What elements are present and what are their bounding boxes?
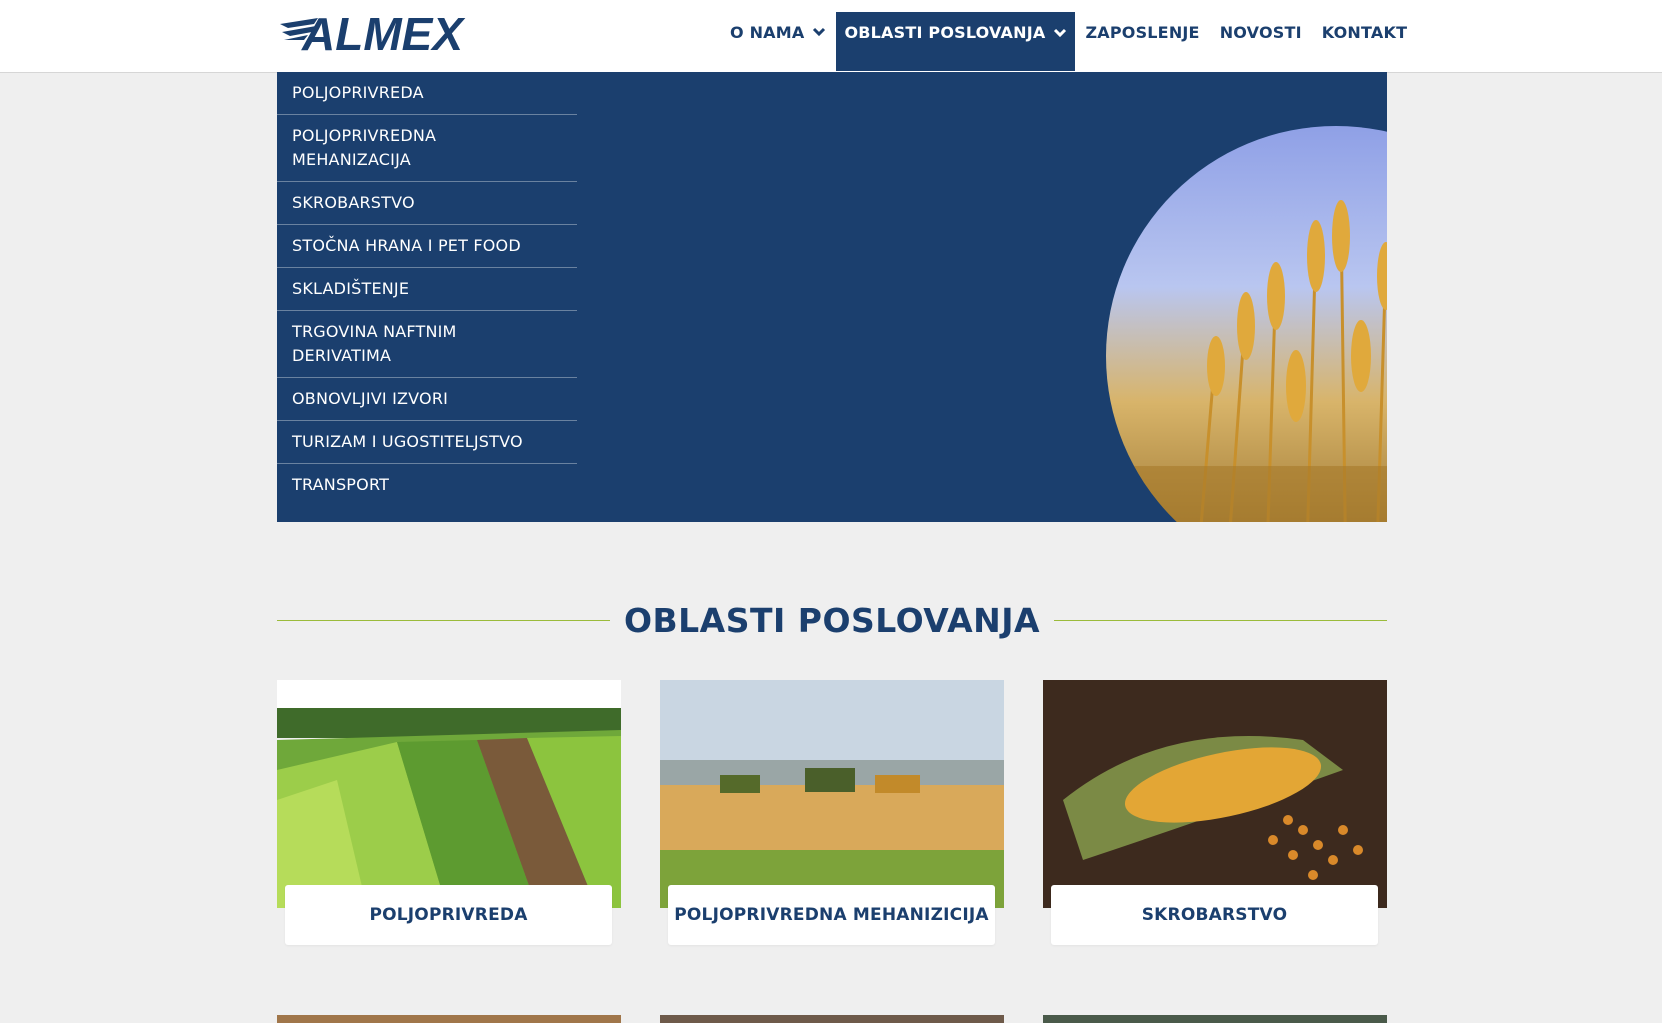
nav-label: KONTAKT bbox=[1321, 22, 1408, 42]
green-fields-photo bbox=[277, 680, 621, 908]
oblasti-dropdown-menu: POLJOPRIVREDA POLJOPRIVREDNA MEHANIZACIJ… bbox=[277, 72, 577, 506]
logo-text: ALMEX bbox=[301, 10, 465, 54]
card-preview-image bbox=[660, 1015, 1004, 1023]
dropdown-item-transport[interactable]: TRANSPORT bbox=[277, 464, 577, 506]
dropdown-item-obnovljivi-izvori[interactable]: OBNOVLJIVI IZVORI bbox=[277, 378, 577, 421]
card-preview-image bbox=[1043, 1015, 1387, 1023]
card-poljoprivredna-mehanizacija[interactable]: POLJOPRIVREDNA MEHANIZICIJA bbox=[660, 680, 1004, 945]
dropdown-item-trgovina-naftnim-derivatima[interactable]: TRGOVINA NAFTNIM DERIVATIMA bbox=[277, 311, 577, 378]
card-preview-image bbox=[277, 1015, 621, 1023]
card-poljoprivreda[interactable]: POLJOPRIVREDA bbox=[277, 680, 621, 945]
dropdown-item-poljoprivredna-mehanizacija[interactable]: POLJOPRIVREDNA MEHANIZACIJA bbox=[277, 115, 577, 182]
almex-logo[interactable]: ALMEX bbox=[278, 8, 498, 60]
section-heading: OBLASTI POSLOVANJA bbox=[277, 598, 1387, 642]
nav-oblasti-poslovanja[interactable]: OBLASTI POSLOVANJA bbox=[836, 12, 1076, 71]
dropdown-item-poljoprivreda[interactable]: POLJOPRIVREDA bbox=[277, 72, 577, 115]
site-header: ALMEX O NAMA OBLASTI POSLOVANJA ZAPOSLEN… bbox=[0, 0, 1662, 73]
nav-label: NOVOSTI bbox=[1219, 22, 1302, 42]
nav-label: O NAMA bbox=[730, 22, 805, 42]
combine-harvesters-photo bbox=[660, 680, 1004, 908]
dropdown-item-turizam[interactable]: TURIZAM I UGOSTITELJSTVO bbox=[277, 421, 577, 464]
corn-cob-photo bbox=[1043, 680, 1387, 908]
card-label[interactable]: SKROBARSTVO bbox=[1051, 885, 1378, 945]
nav-label: ZAPOSLENJE bbox=[1085, 22, 1200, 42]
nav-kontakt[interactable]: KONTAKT bbox=[1312, 2, 1417, 62]
wheat-photo bbox=[1106, 126, 1387, 522]
section-title: OBLASTI POSLOVANJA bbox=[623, 600, 1041, 640]
nav-novosti[interactable]: NOVOSTI bbox=[1210, 2, 1312, 62]
chevron-down-icon bbox=[1054, 28, 1067, 37]
nav-label: OBLASTI POSLOVANJA bbox=[844, 23, 1046, 42]
chevron-down-icon bbox=[813, 27, 826, 37]
dropdown-item-stocna-hrana[interactable]: STOČNA HRANA I PET FOOD bbox=[277, 225, 577, 268]
card-label[interactable]: POLJOPRIVREDNA MEHANIZICIJA bbox=[668, 885, 995, 945]
card-skrobarstvo[interactable]: SKROBARSTVO bbox=[1043, 680, 1387, 945]
dropdown-item-skladistenje[interactable]: SKLADIŠTENJE bbox=[277, 268, 577, 311]
card-label[interactable]: POLJOPRIVREDA bbox=[285, 885, 612, 945]
nav-o-nama[interactable]: O NAMA bbox=[720, 2, 836, 62]
main-nav: O NAMA OBLASTI POSLOVANJA ZAPOSLENJE NOV… bbox=[720, 0, 1417, 73]
dropdown-item-skrobarstvo[interactable]: SKROBARSTVO bbox=[277, 182, 577, 225]
divider-left bbox=[277, 619, 610, 621]
divider-right bbox=[1054, 619, 1387, 621]
nav-zaposlenje[interactable]: ZAPOSLENJE bbox=[1075, 2, 1209, 62]
